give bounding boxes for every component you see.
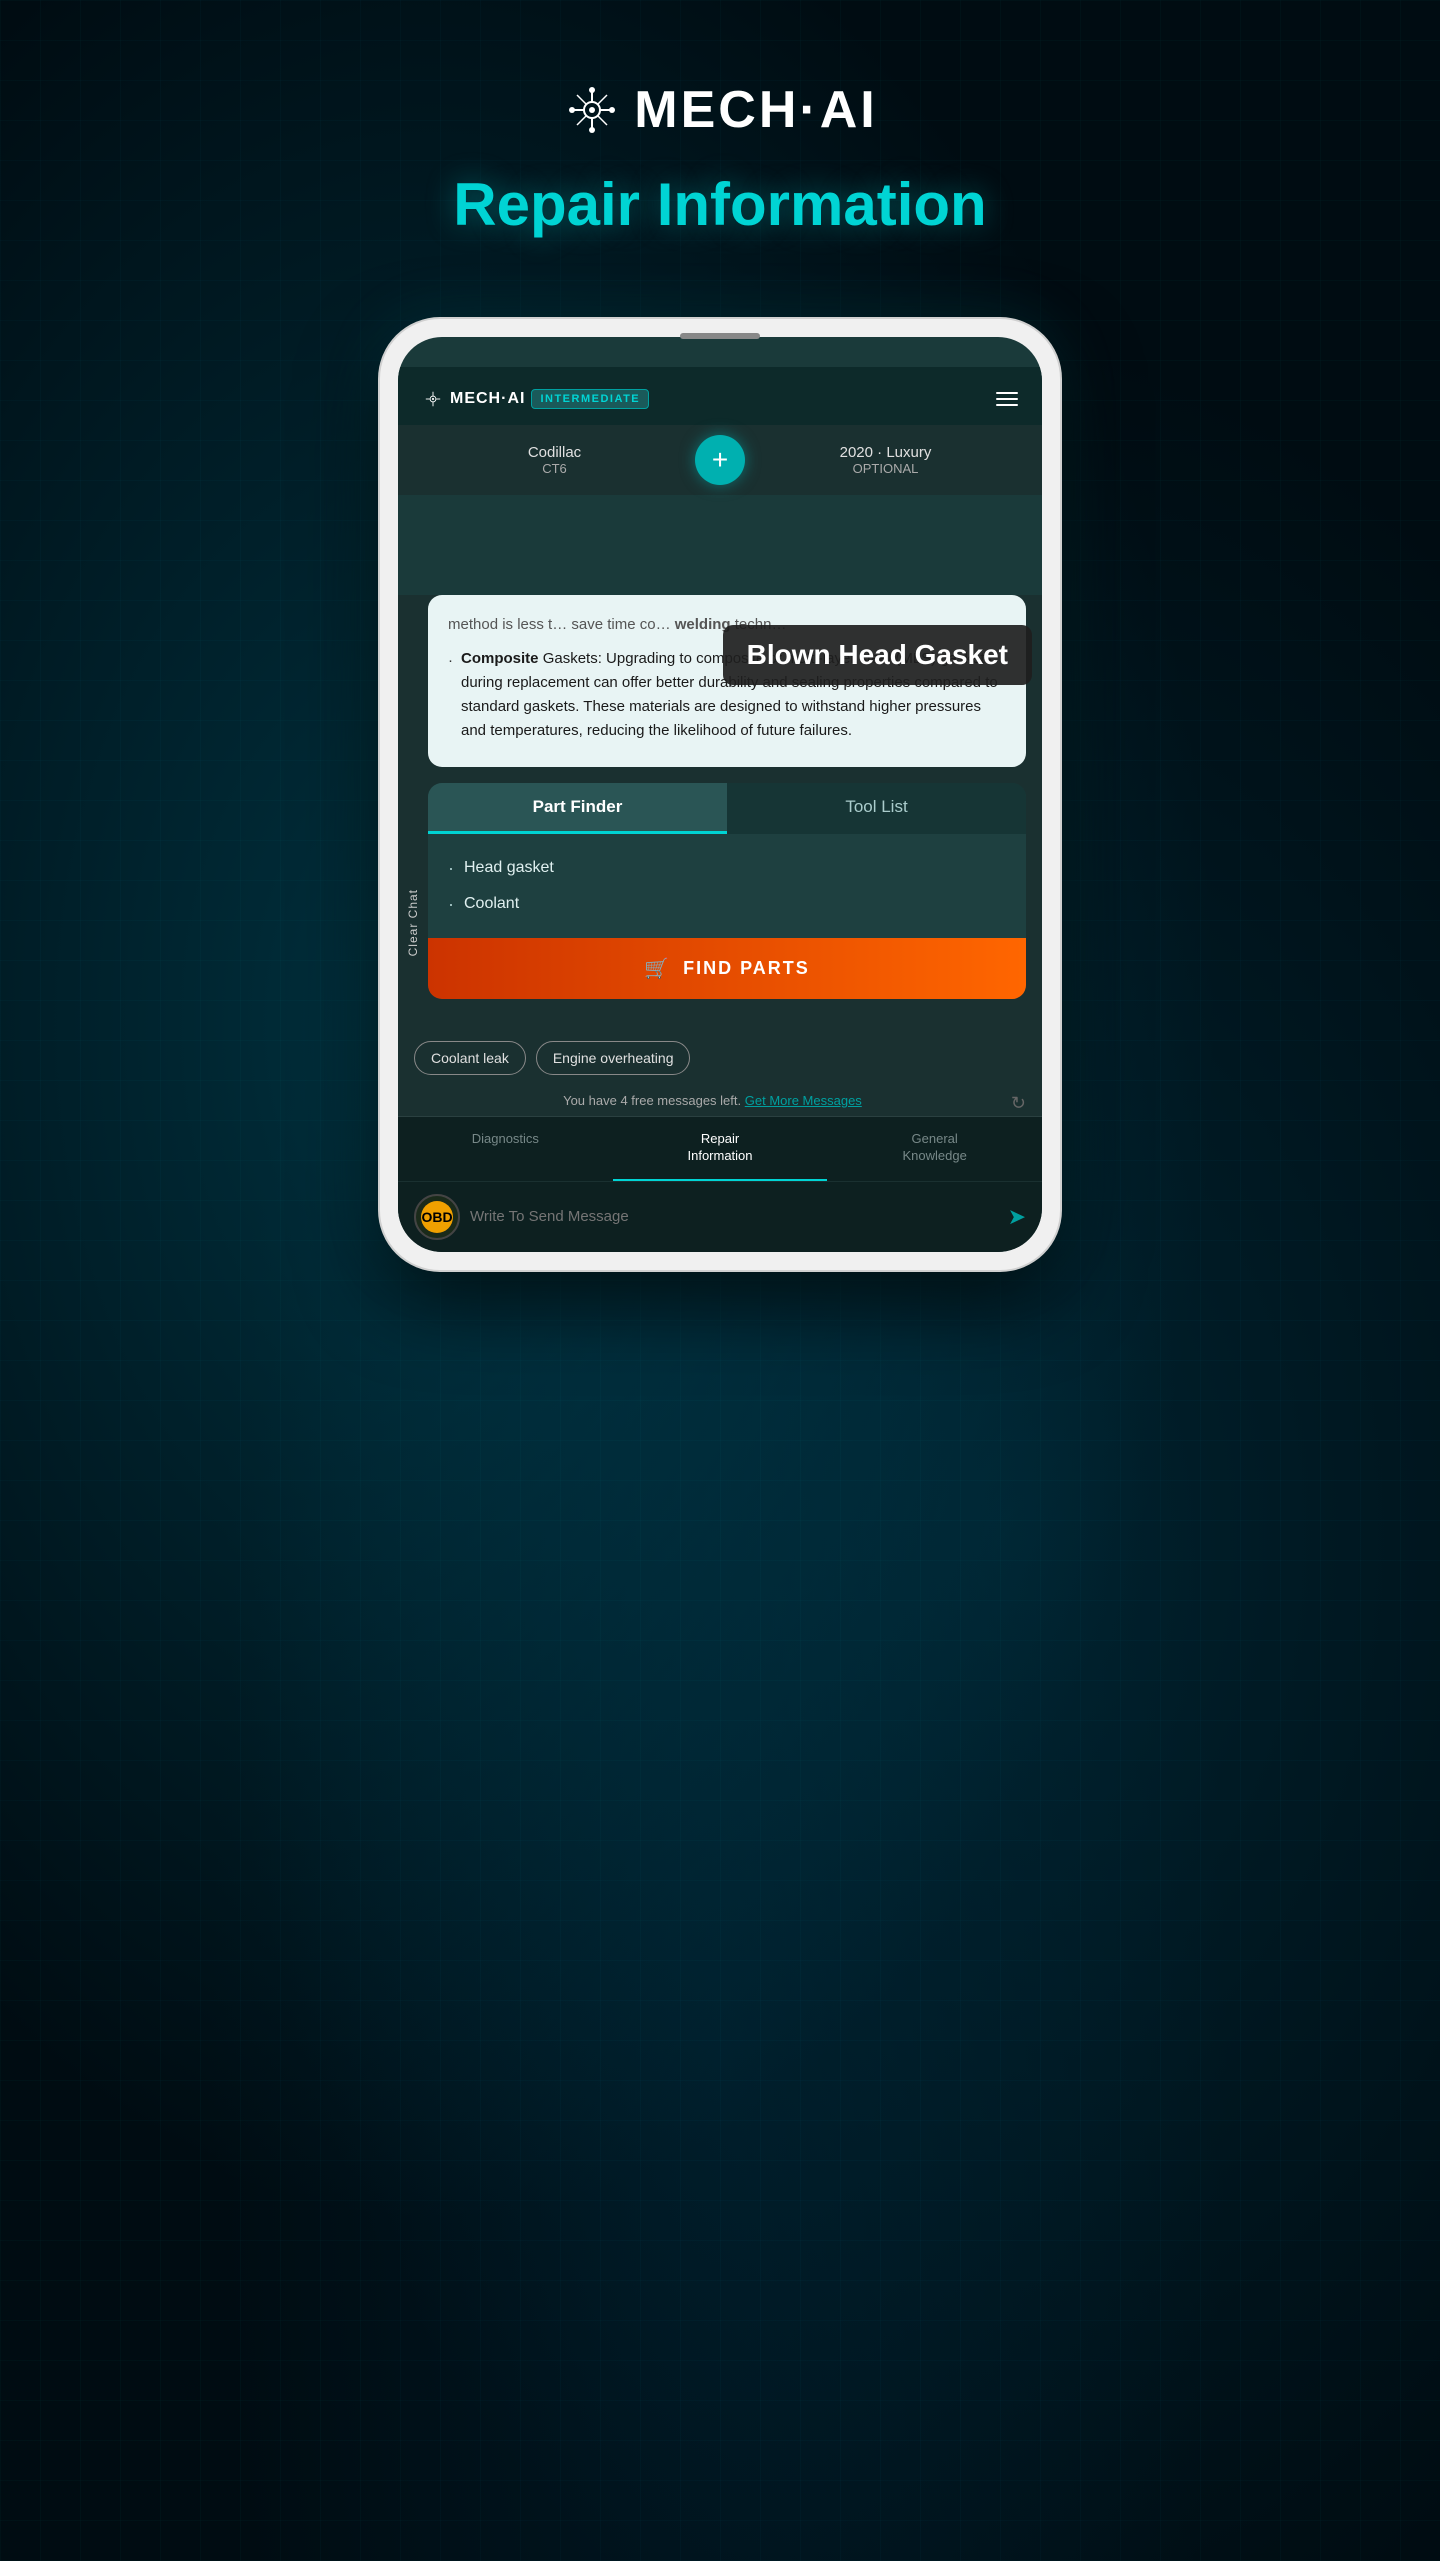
vehicle-model: CT6	[414, 461, 695, 476]
composite-label: Composite	[461, 650, 539, 667]
badge-intermediate: INTERMEDIATE	[531, 389, 649, 409]
app-header: MECH·AI INTERMEDIATE	[398, 367, 1042, 425]
page-title: Repair Information	[453, 170, 986, 239]
blown-gasket-tooltip: Blown Head Gasket	[723, 625, 1032, 685]
part-name-head-gasket: Head gasket	[464, 852, 554, 884]
clear-chat-button[interactable]: Clear Chat	[398, 875, 428, 970]
part-name-coolant: Coolant	[464, 888, 519, 920]
send-icon[interactable]: ➤	[1008, 1204, 1026, 1230]
part-item-coolant: · Coolant	[448, 886, 1006, 922]
app-logo-small: MECH·AI INTERMEDIATE	[422, 389, 649, 409]
app-logo-text: MECH·AI	[634, 80, 877, 140]
obd-icon-button[interactable]: OBD	[414, 1194, 460, 1240]
phone-speaker	[680, 333, 760, 339]
vehicle-trim: OPTIONAL	[745, 461, 1026, 476]
cart-icon: 🛒	[644, 956, 671, 981]
chat-wrapper: Clear Chat Blown Head Gasket method is l…	[398, 595, 1042, 1031]
vehicle-selector: Codillac CT6 + 2020 · Luxury OPTIONAL	[398, 425, 1042, 495]
free-messages-bar: You have 4 free messages left. Get More …	[398, 1085, 1042, 1116]
bullet-dot: ·	[448, 649, 453, 743]
free-messages-text: You have 4 free messages left.	[563, 1093, 741, 1108]
logo-icon	[562, 85, 622, 135]
hamburger-menu-icon[interactable]	[996, 392, 1018, 406]
find-parts-button[interactable]: 🛒 FIND PARTS	[428, 938, 1026, 999]
nav-repair-label: RepairInformation	[621, 1131, 820, 1165]
phone-frame: MECH·AI INTERMEDIATE Codillac CT6 + 2020…	[380, 319, 1060, 1270]
header-logo-text: MECH·AI	[450, 390, 525, 408]
phone-screen: MECH·AI INTERMEDIATE Codillac CT6 + 2020…	[398, 337, 1042, 1252]
parts-list: · Head gasket · Coolant	[428, 834, 1026, 938]
chip-engine-overheating[interactable]: Engine overheating	[536, 1041, 691, 1075]
gaskets-label: Gaskets:	[543, 650, 602, 667]
nav-diagnostics[interactable]: Diagnostics	[398, 1117, 613, 1181]
part-finder-tabs: Part Finder Tool List	[428, 783, 1026, 834]
part-finder-card: Part Finder Tool List · Head gasket · Co…	[428, 783, 1026, 999]
refresh-icon[interactable]: ↻	[1011, 1093, 1026, 1114]
message-input[interactable]	[470, 1208, 998, 1225]
obd-icon: OBD	[421, 1201, 453, 1233]
vehicle-right[interactable]: 2020 · Luxury OPTIONAL	[745, 444, 1026, 476]
message-input-area: OBD ➤	[398, 1181, 1042, 1252]
nav-general-knowledge[interactable]: GeneralKnowledge	[827, 1117, 1042, 1181]
add-vehicle-button[interactable]: +	[695, 435, 745, 485]
logo-area: MECH·AI	[562, 80, 877, 140]
nav-repair-information[interactable]: RepairInformation	[613, 1117, 828, 1181]
vehicle-left[interactable]: Codillac CT6	[414, 444, 695, 476]
suggestion-chips: Coolant leak Engine overheating	[398, 1031, 1042, 1085]
nav-general-label: GeneralKnowledge	[835, 1131, 1034, 1165]
bottom-nav: Diagnostics RepairInformation GeneralKno…	[398, 1116, 1042, 1181]
vehicle-name: Codillac	[414, 444, 695, 461]
chip-coolant-leak[interactable]: Coolant leak	[414, 1041, 526, 1075]
tab-part-finder[interactable]: Part Finder	[428, 783, 727, 834]
small-logo-icon	[422, 390, 444, 408]
tab-tool-list[interactable]: Tool List	[727, 783, 1026, 834]
get-more-messages-link[interactable]: Get More Messages	[745, 1093, 862, 1108]
part-item-head-gasket: · Head gasket	[448, 850, 1006, 886]
vehicle-year: 2020 · Luxury	[745, 444, 1026, 461]
find-parts-label: FIND PARTS	[683, 958, 810, 979]
